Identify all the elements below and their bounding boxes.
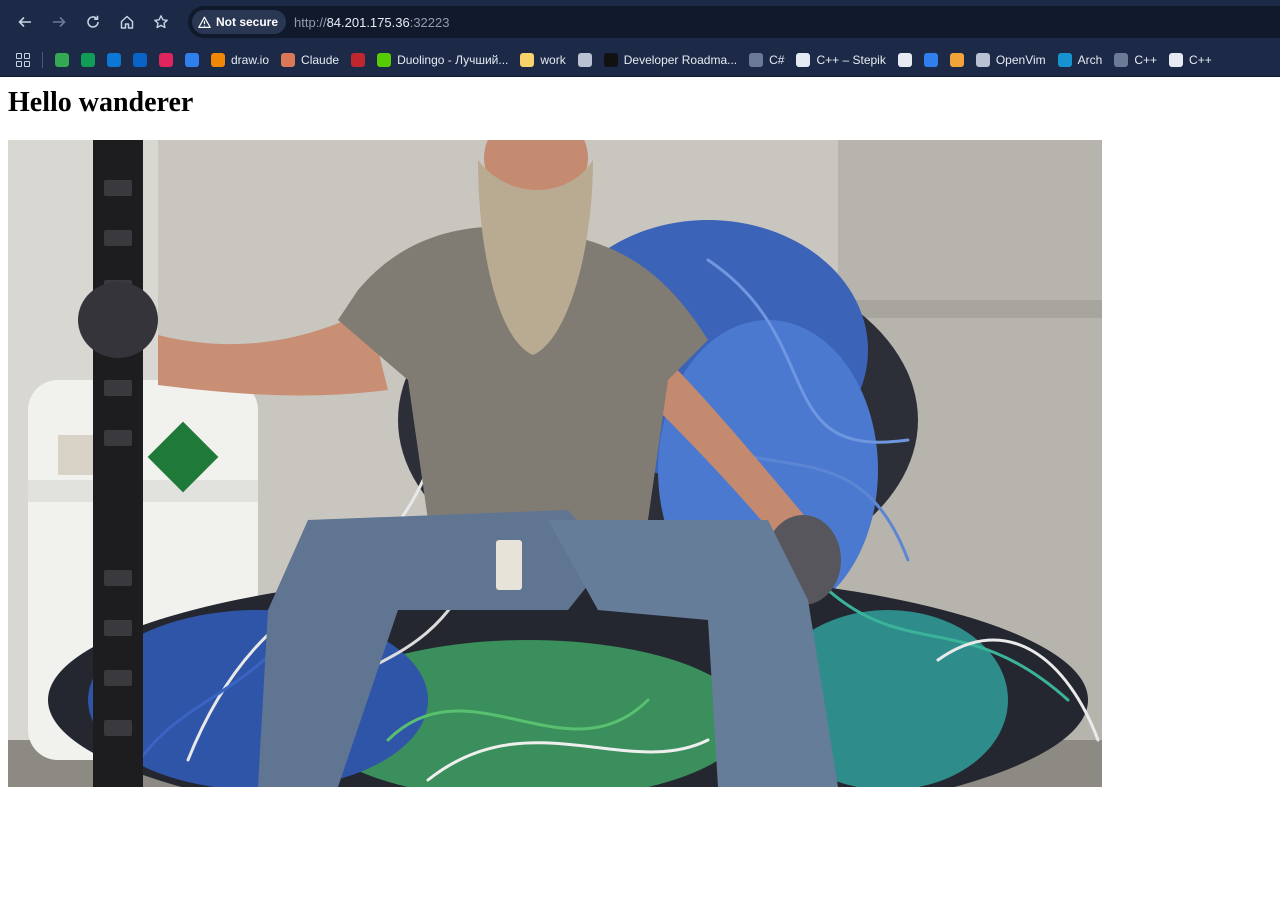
address-bar[interactable]: Not secure http://84.201.175.36:32223 — [188, 6, 1280, 38]
roadmap-icon — [603, 53, 618, 67]
bookmark-item[interactable] — [179, 47, 205, 73]
onedrive-icon — [107, 53, 121, 67]
arch-icon — [1057, 53, 1072, 67]
url-text[interactable]: http://84.201.175.36:32223 — [294, 15, 449, 30]
page-heading: Hello wanderer — [8, 87, 194, 118]
forward-button[interactable] — [42, 5, 76, 39]
security-indicator[interactable]: Not secure — [192, 10, 287, 34]
bookmark-label: C++ — [1134, 53, 1158, 67]
bookmark-label: Developer Roadma... — [623, 53, 738, 67]
bookmark-item[interactable]: work — [514, 47, 571, 73]
bookmark-label: C# — [769, 53, 785, 67]
bookmark-label: C++ – Stepik — [816, 53, 886, 67]
hex-icon — [159, 53, 173, 67]
bookmark-label: Duolingo - Лучший... — [397, 53, 509, 67]
duolingo-icon — [377, 53, 392, 67]
page-icon — [749, 53, 764, 67]
bookmark-label: Arch — [1077, 53, 1103, 67]
apps-button[interactable] — [10, 47, 36, 73]
bookmark-item[interactable] — [918, 47, 944, 73]
bookmark-item[interactable]: C++ – Stepik — [790, 47, 891, 73]
bookmark-item[interactable]: OpenVim — [970, 47, 1052, 73]
bookmark-item[interactable]: C# — [743, 47, 790, 73]
drawio-icon — [211, 53, 225, 67]
photo-image — [8, 140, 1102, 787]
bookmark-item[interactable] — [127, 47, 153, 73]
bookmark-item[interactable]: draw.io — [205, 47, 275, 73]
vscode-icon — [185, 53, 199, 67]
bookmark-item[interactable] — [944, 47, 970, 73]
star-icon — [154, 15, 168, 29]
x-tool-icon — [923, 53, 938, 67]
folder-icon — [520, 53, 535, 67]
browser-toolbar: Not secure http://84.201.175.36:32223 — [0, 0, 1280, 44]
security-label: Not secure — [216, 15, 279, 29]
bookmark-item[interactable] — [572, 47, 598, 73]
cpp-icon — [1169, 53, 1184, 67]
bookmark-item[interactable] — [101, 47, 127, 73]
bookmarks-separator — [42, 52, 43, 68]
warning-triangle-icon — [198, 16, 211, 28]
bookmark-label: Claude — [301, 53, 340, 67]
red-mark-icon — [351, 53, 366, 67]
bookmark-item[interactable] — [153, 47, 179, 73]
sheets-icon — [81, 53, 95, 67]
bookmark-label: work — [540, 53, 566, 67]
url-host: 84.201.175.36 — [326, 14, 410, 30]
reload-icon — [87, 15, 99, 28]
bookmark-item[interactable]: C++ — [1108, 47, 1163, 73]
arrow-left-icon — [18, 16, 31, 28]
bookmark-item[interactable]: Arch — [1052, 47, 1109, 73]
bookmark-label: OpenVim — [995, 53, 1046, 67]
bookmark-item[interactable] — [892, 47, 918, 73]
outlook-icon — [133, 53, 147, 67]
bookmark-item[interactable]: Duolingo - Лучший... — [371, 47, 514, 73]
bookmark-star-button[interactable] — [144, 5, 178, 39]
mushroom-icon — [897, 53, 912, 67]
apps-grid-icon — [16, 53, 30, 67]
bookmark-item[interactable] — [49, 47, 75, 73]
bookmark-item[interactable] — [345, 47, 371, 73]
bookmark-item[interactable] — [75, 47, 101, 73]
globe-icon — [975, 53, 990, 67]
bookmark-item[interactable]: Developer Roadma... — [598, 47, 743, 73]
cat-icon — [949, 53, 964, 67]
page-content: Hello wanderer — [0, 88, 1280, 787]
home-icon — [120, 15, 134, 29]
url-port: :32223 — [409, 14, 450, 30]
reload-button[interactable] — [76, 5, 110, 39]
home-button[interactable] — [110, 5, 144, 39]
page-icon — [1114, 53, 1129, 67]
bookmark-label: C++ — [1189, 53, 1212, 67]
back-button[interactable] — [8, 5, 42, 39]
bookmarks-bar: draw.io Claude Duolingo - Лучший... work Dev… — [0, 44, 1280, 77]
browser-chrome: Not secure http://84.201.175.36:32223 dr… — [0, 0, 1280, 77]
url-scheme: http:// — [294, 14, 327, 30]
bookmark-item[interactable]: C++ — [1163, 47, 1218, 73]
google-drive-icon — [55, 53, 69, 67]
bookmark-label: draw.io — [231, 53, 270, 67]
arrow-right-icon — [53, 16, 66, 28]
bookmark-item[interactable]: Claude — [275, 47, 345, 73]
globe-icon — [577, 53, 592, 67]
claude-icon — [281, 53, 296, 67]
stepik-icon — [796, 53, 811, 67]
